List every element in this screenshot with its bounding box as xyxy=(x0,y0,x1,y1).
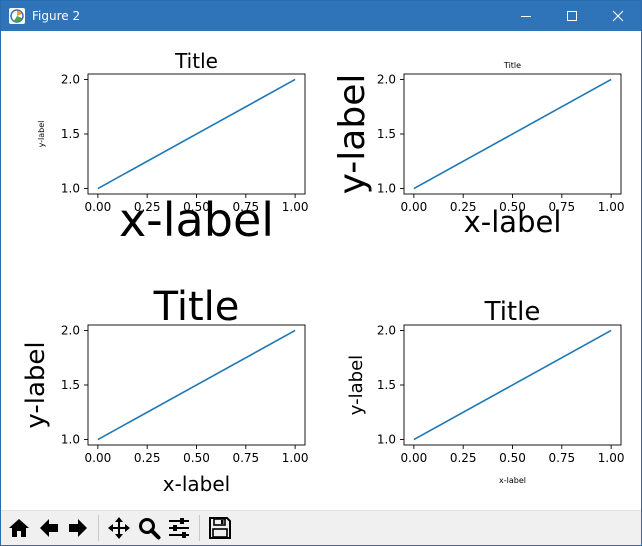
x-tick-label: 0.00 xyxy=(85,451,112,465)
maximize-icon xyxy=(567,11,577,21)
save-button[interactable] xyxy=(206,514,234,542)
y-tick-label: 1.5 xyxy=(377,378,396,392)
toolbar-separator xyxy=(199,515,200,541)
y-tick-label: 1.0 xyxy=(61,433,80,447)
pan-button[interactable] xyxy=(105,514,133,542)
y-tick-label: 2.0 xyxy=(61,72,80,86)
x-tick-label: 0.50 xyxy=(183,451,210,465)
zoom-button[interactable] xyxy=(135,514,163,542)
home-button[interactable] xyxy=(5,514,33,542)
y-tick-label: 1.0 xyxy=(377,433,396,447)
x-tick-label: 0.00 xyxy=(85,200,112,214)
axes-title: Title xyxy=(484,297,541,327)
back-button[interactable] xyxy=(35,514,63,542)
figure: 0.00 0.25 0.50 0.75 1.00 1.0 1.5 2.0 Title x-labe… xyxy=(21,49,624,496)
figure-canvas[interactable]: 0.00 0.25 0.50 0.75 1.00 1.0 1.5 2.0 Title x-labe… xyxy=(1,31,641,510)
subplot-4: 0.00 0.25 0.50 0.75 1.00 1.0 1.5 2.0 Title x-labe… xyxy=(346,297,624,485)
window-title: Figure 2 xyxy=(32,9,81,23)
y-tick-label: 2.0 xyxy=(377,323,396,337)
x-tick-label: 1.00 xyxy=(282,451,309,465)
x-tick-label: 0.25 xyxy=(134,451,161,465)
x-tick-label: 1.00 xyxy=(282,200,309,214)
series-line xyxy=(413,329,612,441)
minimize-icon xyxy=(521,16,531,17)
x-tick-label: 0.75 xyxy=(232,451,259,465)
title-bar[interactable]: Figure 2 xyxy=(1,1,641,31)
x-tick-label: 0.00 xyxy=(401,200,428,214)
maximize-button[interactable] xyxy=(549,1,595,31)
arrow-left-icon xyxy=(40,519,58,537)
subplot-2: 0.00 0.25 0.50 0.75 1.001.01.52.0Titlex-labe… xyxy=(332,61,624,239)
y-tick-label: 1.0 xyxy=(377,182,396,196)
y-axis-label: y-label xyxy=(21,341,51,428)
x-tick-label: 0.00 xyxy=(401,451,428,465)
x-axis-label: x-label xyxy=(499,476,526,485)
series-line xyxy=(413,78,612,190)
axes-title: Title xyxy=(503,61,521,70)
subplot-3: 0.00 0.25 0.50 0.75 1.00 1.0 1.5 2.0 Title x-labe… xyxy=(21,284,308,496)
x-tick-label: 1.00 xyxy=(598,200,625,214)
x-tick-label: 1.00 xyxy=(598,451,625,465)
x-tick-label: 0.75 xyxy=(548,451,575,465)
configure-subplots-button[interactable] xyxy=(165,514,193,542)
matplotlib-figure-icon xyxy=(9,8,25,24)
series-line xyxy=(97,329,296,441)
y-tick-label: 2.0 xyxy=(61,323,80,337)
navigation-toolbar xyxy=(1,510,641,545)
figure-window: Figure 2 0.00 0.25 0.50 0.75 1.00 1.0 1.5 2.0 Ti… xyxy=(0,0,642,546)
y-tick-label: 1.0 xyxy=(61,182,80,196)
arrow-right-icon xyxy=(69,519,87,537)
close-button[interactable] xyxy=(595,1,641,31)
magnifier-icon xyxy=(139,518,161,540)
x-tick-label: 0.50 xyxy=(499,451,526,465)
home-icon xyxy=(9,519,29,537)
toolbar-separator xyxy=(98,515,99,541)
y-tick-label: 1.5 xyxy=(61,378,80,392)
y-axis-label: y-label xyxy=(346,355,367,415)
x-axis-label: x-label xyxy=(163,472,230,496)
forward-button[interactable] xyxy=(64,514,92,542)
axes-title: Title xyxy=(174,49,218,73)
y-tick-label: 2.0 xyxy=(377,72,396,86)
y-axis-label: y-label xyxy=(37,121,46,148)
minimize-button[interactable] xyxy=(503,1,549,31)
move-icon xyxy=(108,517,130,539)
axes-title: Title xyxy=(153,284,240,330)
series-line xyxy=(97,78,296,190)
sliders-icon xyxy=(169,518,189,538)
close-icon xyxy=(612,10,624,22)
subplot-1: 0.00 0.25 0.50 0.75 1.001.01.52.0Titlex-labe… xyxy=(37,49,308,247)
x-axis-label: x-label xyxy=(464,205,562,239)
y-tick-label: 1.5 xyxy=(61,127,80,141)
y-axis-label: y-label xyxy=(332,74,373,195)
x-axis-label: x-label xyxy=(119,193,274,247)
x-tick-label: 0.25 xyxy=(450,451,477,465)
y-tick-label: 1.5 xyxy=(377,127,396,141)
save-icon xyxy=(209,517,231,539)
